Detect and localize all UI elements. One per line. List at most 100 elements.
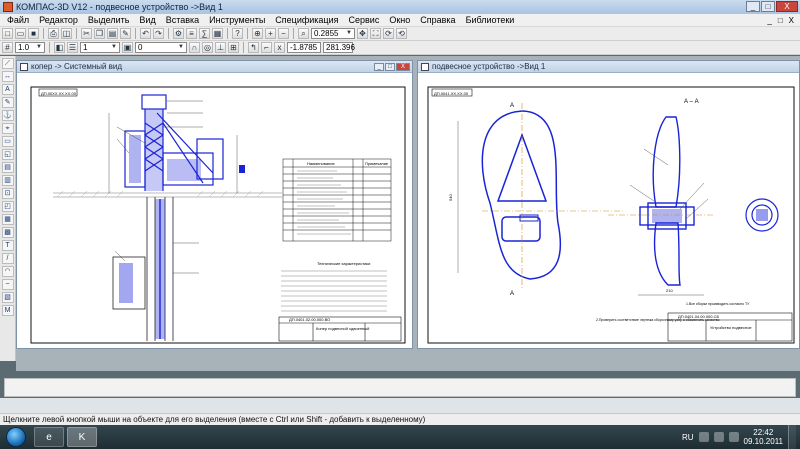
cursor-y-field[interactable]: 281.396	[323, 42, 355, 53]
menu-help[interactable]: Справка	[415, 15, 460, 25]
toolbar-separator	[76, 28, 77, 39]
properties-icon[interactable]: ≡	[186, 28, 197, 39]
grid-icon[interactable]: #	[2, 42, 13, 53]
view-icon[interactable]: ▣	[122, 42, 133, 53]
designations-tool-icon[interactable]: A	[1, 84, 14, 95]
menu-service[interactable]: Сервис	[344, 15, 385, 25]
cursor-x-field[interactable]: -1.8785	[287, 42, 321, 53]
volume-icon[interactable]	[713, 432, 724, 442]
pan-icon[interactable]: ✥	[357, 28, 368, 39]
drawing-canvas-right[interactable]: ДП.0041.ХХ.ХХ.00 540 А А А – А 210 2.Про…	[418, 73, 799, 348]
zoom-all-icon[interactable]: ⛶	[370, 28, 381, 39]
help-icon[interactable]: ?	[232, 28, 243, 39]
associative-view-icon[interactable]: ◱	[1, 149, 14, 160]
print-icon[interactable]: ⎙	[48, 28, 59, 39]
koper-drawing: ДП.00ХХ.ХХ.ХХ.00 Наименование Примечание…	[30, 86, 406, 344]
scale-dropdown[interactable]: 1.0 ▼	[15, 42, 45, 53]
doc-minimize-button[interactable]: _	[765, 16, 773, 25]
document-window-suspension[interactable]: подвесное устройство ->Вид 1 ДП.0041.ХХ.…	[417, 60, 800, 349]
save-icon[interactable]: ■	[28, 28, 39, 39]
orthogonal-icon[interactable]: ⊥	[215, 42, 226, 53]
maximize-button[interactable]: □	[761, 1, 775, 12]
step-cursor-icon[interactable]: ⌐	[261, 42, 272, 53]
show-desktop-button[interactable]	[788, 425, 796, 449]
style-dropdown[interactable]: 0 ▼	[135, 42, 187, 53]
drawing-canvas-left[interactable]: ДП.00ХХ.ХХ.ХХ.00 Наименование Примечание…	[17, 73, 412, 348]
menu-select[interactable]: Выделить	[83, 15, 135, 25]
hatch-tool-icon[interactable]: ▧	[1, 292, 14, 303]
minimize-button[interactable]: _	[746, 1, 760, 12]
spec-tool-icon[interactable]: ▤	[1, 162, 14, 173]
doc-maximize-button[interactable]: □	[385, 62, 395, 71]
language-indicator[interactable]: RU	[682, 433, 694, 442]
tech-characteristics-heading: Технические характеристики	[317, 261, 370, 266]
clock[interactable]: 22:42 09.10.2011	[744, 428, 783, 446]
zoom-window-icon[interactable]: ⊕	[252, 28, 263, 39]
taskbar-kompas-icon[interactable]: K	[67, 427, 97, 447]
preview-icon[interactable]: ◫	[61, 28, 72, 39]
close-button[interactable]: X	[776, 1, 798, 12]
variables-icon[interactable]: ∑	[199, 28, 210, 39]
fragment-tool-icon[interactable]: ◰	[1, 201, 14, 212]
flag-icon[interactable]	[728, 432, 739, 442]
toolbar-separator	[168, 28, 169, 39]
snap-icon[interactable]: ◎	[202, 42, 213, 53]
new-file-icon[interactable]: □	[2, 28, 13, 39]
menu-libraries[interactable]: Библиотеки	[461, 15, 520, 25]
copy-icon[interactable]: ❐	[94, 28, 105, 39]
zoom-select-icon[interactable]: ⌕	[298, 28, 309, 39]
hoist-fill	[129, 135, 141, 183]
table-tool-icon[interactable]: ▩	[1, 227, 14, 238]
format-copy-icon[interactable]: ✎	[120, 28, 131, 39]
geometry-tool-icon[interactable]: ⟋	[1, 58, 14, 69]
library-icon[interactable]: ▦	[212, 28, 223, 39]
cut-icon[interactable]: ✂	[81, 28, 92, 39]
paste-icon[interactable]: ▤	[107, 28, 118, 39]
network-icon[interactable]	[698, 432, 709, 442]
layer-icon[interactable]: ◧	[54, 42, 65, 53]
taskbar-ie-icon[interactable]: e	[34, 427, 64, 447]
document-window-koper[interactable]: копер -> Системный вид _ □ X ДП.00ХХ.ХХ.…	[16, 60, 413, 349]
doc-minimize-button[interactable]: _	[374, 62, 384, 71]
macro-tool-icon[interactable]: M	[1, 305, 14, 316]
parametrization-tool-icon[interactable]: ⚓	[1, 110, 14, 121]
menu-window[interactable]: Окно	[384, 15, 415, 25]
spline-tool-icon[interactable]: ~	[1, 279, 14, 290]
doc-maximize-button[interactable]: □	[776, 16, 785, 25]
doc-close-button[interactable]: X	[396, 62, 410, 71]
undo-icon[interactable]: ↶	[140, 28, 151, 39]
line-tool-icon[interactable]: /	[1, 253, 14, 264]
menu-insert[interactable]: Вставка	[161, 15, 204, 25]
dimensions-tool-icon[interactable]: ↔	[1, 71, 14, 82]
zoom-in-icon[interactable]: +	[265, 28, 276, 39]
edit-tool-icon[interactable]: ✎	[1, 97, 14, 108]
origin-icon[interactable]: ↰	[248, 42, 259, 53]
zoom-scale-field[interactable]: 0.2855 ▼	[311, 28, 355, 39]
menu-edit[interactable]: Редактор	[34, 15, 83, 25]
layer-manager-icon[interactable]: ☰	[67, 42, 78, 53]
open-file-icon[interactable]: ▭	[15, 28, 26, 39]
zoom-out-icon[interactable]: −	[278, 28, 289, 39]
redo-icon[interactable]: ↷	[153, 28, 164, 39]
arc-tool-icon[interactable]: ◠	[1, 266, 14, 277]
layer-dropdown[interactable]: 1 ▼	[80, 42, 120, 53]
insert-tool-icon[interactable]: ⊡	[1, 188, 14, 199]
menu-tools[interactable]: Инструменты	[204, 15, 270, 25]
magnet-icon[interactable]: ∩	[189, 42, 200, 53]
doc-close-button[interactable]: X	[787, 16, 796, 25]
refresh-icon[interactable]: ⟳	[383, 28, 394, 39]
manager-icon[interactable]: ⚙	[173, 28, 184, 39]
select-tool-icon[interactable]: ▭	[1, 136, 14, 147]
menu-file[interactable]: Файл	[2, 15, 34, 25]
menu-view[interactable]: Вид	[134, 15, 160, 25]
text-tool-icon[interactable]: T	[1, 240, 14, 251]
local-cs-icon[interactable]: ⊞	[228, 42, 239, 53]
compact-tool-palette: ⟋ ↔ A ✎ ⚓ ⌖ ▭ ◱ ▤ ▥ ⊡ ◰ ▦ ▩ T / ◠ ~ ▧ M	[0, 56, 16, 361]
report-tool-icon[interactable]: ▥	[1, 175, 14, 186]
menu-specification[interactable]: Спецификация	[270, 15, 343, 25]
properties-panel[interactable]	[4, 378, 796, 397]
raster-tool-icon[interactable]: ▦	[1, 214, 14, 225]
measure-tool-icon[interactable]: ⌖	[1, 123, 14, 134]
start-button[interactable]	[6, 427, 26, 447]
rotate-icon[interactable]: ⟲	[396, 28, 407, 39]
